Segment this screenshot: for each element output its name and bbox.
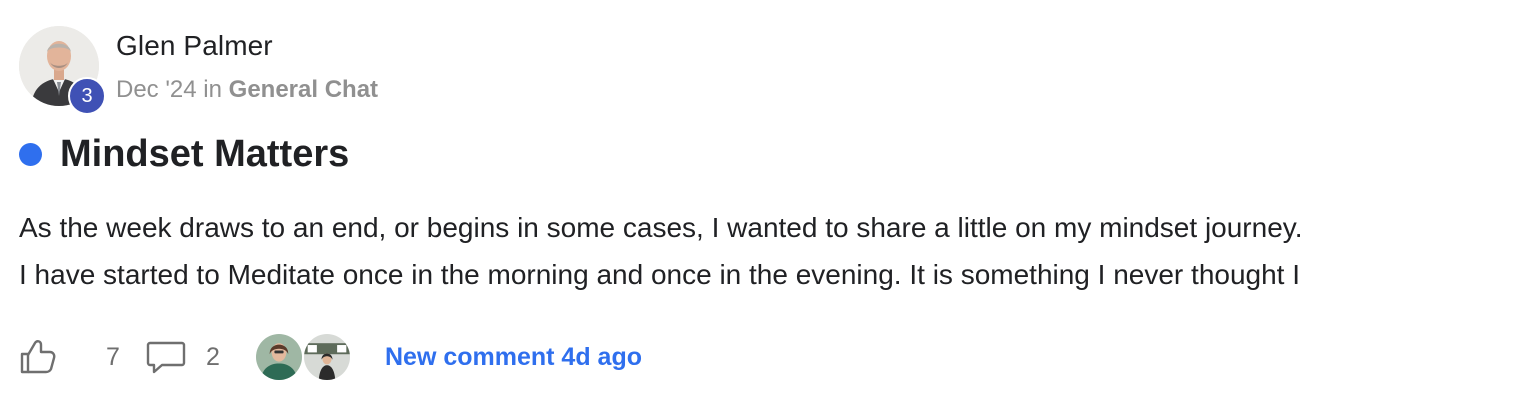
category-link[interactable]: General Chat	[229, 76, 378, 103]
comment-count: 2	[206, 342, 220, 371]
post-footer: 7 2 New comment 4d ago	[19, 330, 642, 384]
post-date[interactable]: Dec '24	[116, 76, 197, 103]
speech-bubble-icon	[146, 341, 186, 374]
like-button[interactable]: 7	[19, 338, 146, 376]
excerpt-line: As the week draws to an end, or begins i…	[19, 212, 1303, 243]
level-badge: 3	[68, 77, 106, 115]
commenter-avatar[interactable]	[302, 332, 352, 382]
comment-button[interactable]: 2	[146, 338, 254, 376]
unread-dot-icon	[19, 142, 42, 166]
title-row: Mindset Matters	[19, 131, 349, 177]
author-name[interactable]: Glen Palmer	[116, 29, 273, 63]
commenter-avatars	[254, 332, 352, 382]
in-label: in	[203, 76, 222, 103]
new-comment-link[interactable]: New comment 4d ago	[385, 343, 642, 372]
post-title[interactable]: Mindset Matters	[60, 131, 349, 177]
post-card[interactable]: 3 Glen Palmer Dec '24 in General Chat Mi…	[0, 0, 1522, 408]
commenter-avatar[interactable]	[254, 332, 304, 382]
excerpt-line: I have started to Meditate once in the m…	[19, 259, 1301, 290]
like-count: 7	[106, 342, 120, 371]
thumbs-up-icon	[20, 340, 56, 374]
post-excerpt[interactable]: As the week draws to an end, or begins i…	[19, 204, 1499, 298]
author-avatar-wrap[interactable]: 3	[19, 26, 106, 115]
post-meta: Dec '24 in General Chat	[116, 75, 378, 105]
